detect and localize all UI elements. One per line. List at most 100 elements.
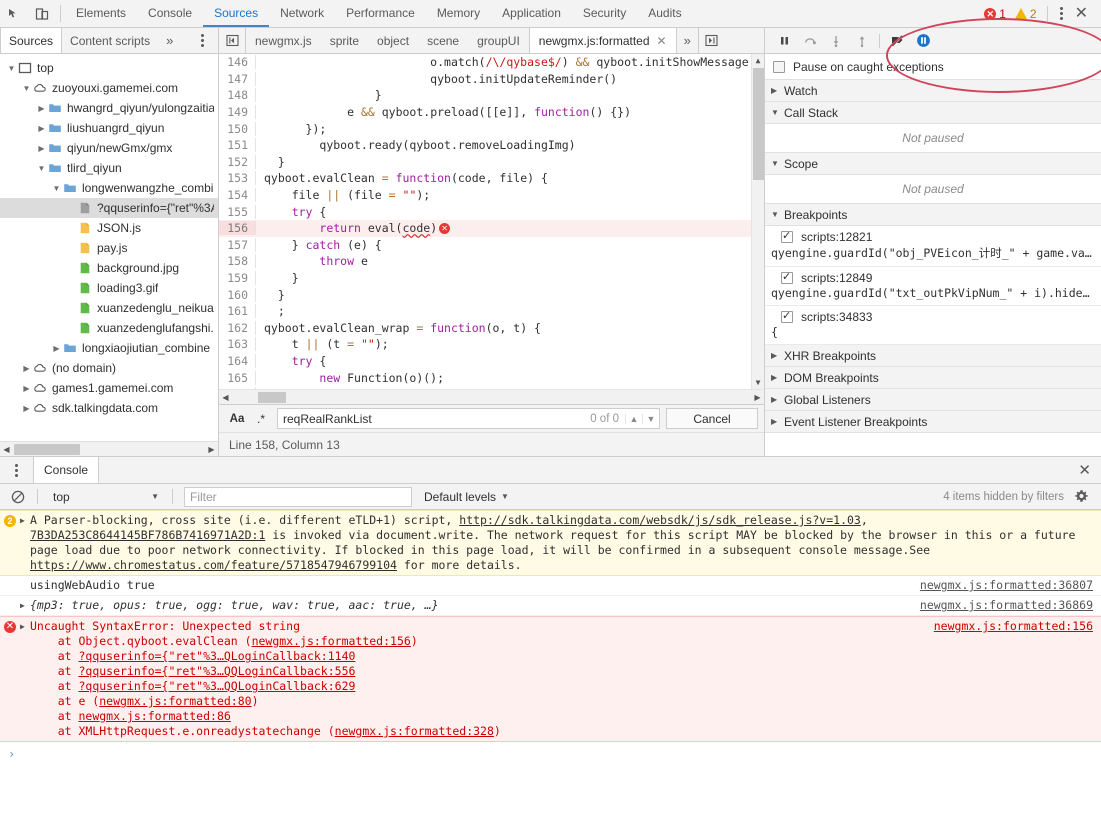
chevron-right-icon[interactable]: ▶ (51, 344, 62, 353)
code-line[interactable]: 165 new Function(o)(); (219, 369, 751, 386)
console-message-log[interactable]: usingWebAudio true newgmx.js:formatted:3… (0, 576, 1101, 596)
scroll-right-icon[interactable]: ▶ (751, 393, 764, 402)
inspect-element-icon[interactable] (0, 0, 28, 27)
chevron-right-icon[interactable]: ▶ (21, 364, 32, 373)
code-line[interactable]: 152 } (219, 154, 751, 171)
tree-item[interactable]: xuanzedenglufangshi.pn (0, 318, 218, 338)
code-line[interactable]: 159 } (219, 270, 751, 287)
clear-console-icon[interactable] (6, 490, 30, 504)
tree-item[interactable]: ▶ games1.gamemei.com (0, 378, 218, 398)
search-cancel-button[interactable]: Cancel (666, 408, 758, 429)
scroll-right-icon[interactable]: ▶ (205, 445, 218, 454)
panel-tab-security[interactable]: Security (572, 0, 637, 27)
console-messages[interactable]: 2 ▶ A Parser-blocking, cross site (i.e. … (0, 510, 1101, 817)
scroll-left-icon[interactable]: ◀ (0, 445, 13, 454)
tree-item[interactable]: pay.js (0, 238, 218, 258)
breakpoint-item[interactable]: scripts:12821 qyengine.guardId("obj_PVEic… (765, 226, 1101, 267)
panel-tab-application[interactable]: Application (491, 0, 572, 27)
code-line[interactable]: 154 file || (file = ""); (219, 187, 751, 204)
chevron-right-icon[interactable]: ▶ (21, 404, 32, 413)
error-count-indicator[interactable]: ✕ 1 (984, 7, 1006, 21)
console-link[interactable]: 7B3DA253C8644145BF786B7416971A2D:1 (30, 528, 265, 542)
line-number[interactable]: 157 (219, 237, 256, 252)
code-line[interactable]: 147 qyboot.initUpdateReminder() (219, 71, 751, 88)
line-number[interactable]: 147 (219, 71, 256, 86)
panel-tab-audits[interactable]: Audits (637, 0, 692, 27)
kebab-menu-icon[interactable] (1055, 7, 1068, 20)
code-line[interactable]: 161 ; (219, 303, 751, 320)
tree-item[interactable]: xuanzedenglu_neikuang. (0, 298, 218, 318)
console-link[interactable]: http://sdk.talkingdata.com/websdk/js/sdk… (459, 513, 861, 527)
expand-arrow-icon[interactable]: ▶ (20, 513, 30, 573)
search-prev-button[interactable]: ▲ (625, 413, 642, 424)
chevron-right-icon[interactable]: ▶ (36, 144, 47, 153)
console-filter-input[interactable] (184, 486, 412, 507)
line-number[interactable]: 155 (219, 204, 256, 219)
drawer-close-icon[interactable]: ✕ (1068, 457, 1101, 483)
line-number[interactable]: 146 (219, 55, 256, 70)
navigator-more-tabs-icon[interactable]: » (158, 28, 181, 53)
scroll-left-icon[interactable]: ◀ (219, 393, 232, 402)
console-link[interactable]: https://www.chromestatus.com/feature/571… (30, 558, 397, 572)
navigator-tab-sources[interactable]: Sources (0, 28, 63, 53)
stack-frame-link[interactable]: newgmx.js:formatted:156 (252, 634, 411, 648)
code-editor[interactable]: 146 o.match(/\/qybase$/) && qyboot.initS… (219, 54, 764, 389)
search-input[interactable] (278, 411, 585, 426)
scroll-up-icon[interactable]: ▲ (756, 54, 761, 67)
close-icon[interactable]: ✕ (1068, 5, 1095, 22)
settings-gear-icon[interactable] (1064, 489, 1095, 504)
expand-arrow-icon[interactable]: ▶ (20, 619, 30, 739)
chevron-down-icon[interactable]: ▼ (51, 184, 62, 193)
section-header-scope[interactable]: ▼ Scope (765, 153, 1101, 175)
tree-item[interactable]: ?qquserinfo={"ret"%3A0 (0, 198, 218, 218)
stack-frame-link[interactable]: ?qquserinfo={"ret"%3…QQLoginCallback:629 (78, 679, 355, 693)
line-number[interactable]: 156 (219, 221, 256, 236)
pretty-print-icon[interactable] (697, 28, 725, 53)
line-number[interactable]: 165 (219, 370, 256, 385)
tree-item[interactable]: ▼ top (0, 58, 218, 78)
source-link[interactable]: newgmx.js:formatted:36869 (920, 598, 1093, 612)
tree-item[interactable]: ▼ longwenwangzhe_combine (0, 178, 218, 198)
code-line[interactable]: 153 qyboot.evalClean = function(code, fil… (219, 170, 751, 187)
tree-item[interactable]: ▶ longxiaojiutian_combine (0, 338, 218, 358)
editor-tab-groupui[interactable]: groupUI (468, 28, 529, 53)
pause-resume-icon[interactable] (771, 29, 797, 53)
navigator-tab-content-scripts[interactable]: Content scripts (62, 28, 158, 53)
pause-on-caught-exceptions-row[interactable]: Pause on caught exceptions (765, 54, 1101, 80)
chevron-down-icon[interactable]: ▼ (6, 64, 17, 73)
section-header-call-stack[interactable]: ▼ Call Stack (765, 102, 1101, 124)
line-number[interactable]: 153 (219, 171, 256, 186)
panel-tab-elements[interactable]: Elements (65, 0, 137, 27)
code-line[interactable]: 156 return eval(code) ✕ (219, 219, 751, 237)
warning-count-indicator[interactable]: 2 (1014, 7, 1037, 21)
file-tree[interactable]: ▼ top ▼ zuoyouxi.gamemei.com ▶ hwangrd_qiyun/… (0, 54, 218, 441)
step-over-icon[interactable] (797, 29, 823, 53)
console-message-object[interactable]: ▶ {mp3: true, opus: true, ogg: true, wav… (0, 596, 1101, 616)
editor-tab-sprite[interactable]: sprite (321, 28, 368, 53)
panel-tab-performance[interactable]: Performance (335, 0, 426, 27)
step-out-icon[interactable] (849, 29, 875, 53)
code-line[interactable]: 162 qyboot.evalClean_wrap = function(o, t… (219, 320, 751, 337)
chevron-right-icon[interactable]: ▶ (21, 384, 32, 393)
line-number[interactable]: 158 (219, 254, 256, 269)
editor-horizontal-scrollbar[interactable]: ◀ ▶ (219, 389, 764, 404)
breakpoint-item[interactable]: scripts:12849qyengine.guardId("txt_outPk… (765, 267, 1101, 306)
tree-item[interactable]: JSON.js (0, 218, 218, 238)
execution-context-selector[interactable]: top ▼ (45, 487, 165, 507)
code-line[interactable]: 149 e && qyboot.preload([[e]], function(… (219, 104, 751, 121)
scrollbar-thumb[interactable] (258, 391, 286, 403)
line-number[interactable]: 152 (219, 154, 256, 169)
source-link[interactable]: newgmx.js:formatted:36807 (920, 578, 1093, 592)
line-number[interactable]: 159 (219, 271, 256, 286)
source-link[interactable]: newgmx.js:formatted:156 (934, 619, 1093, 633)
pause-on-caught-exceptions-checkbox[interactable] (773, 60, 785, 73)
tree-item[interactable]: ▶ liushuangrd_qiyun (0, 118, 218, 138)
line-number[interactable]: 148 (219, 88, 256, 103)
editor-tab-newgmx[interactable]: newgmx.js (246, 28, 321, 53)
editor-tab-close-icon[interactable]: ✕ (657, 34, 667, 48)
line-number[interactable]: 163 (219, 337, 256, 352)
code-line[interactable]: 157 } catch (e) { (219, 237, 751, 254)
chevron-down-icon[interactable]: ▼ (36, 164, 47, 173)
navigator-horizontal-scrollbar[interactable]: ◀ ▶ (0, 441, 218, 456)
stack-frame-link[interactable]: newgmx.js:formatted:328 (335, 724, 494, 738)
